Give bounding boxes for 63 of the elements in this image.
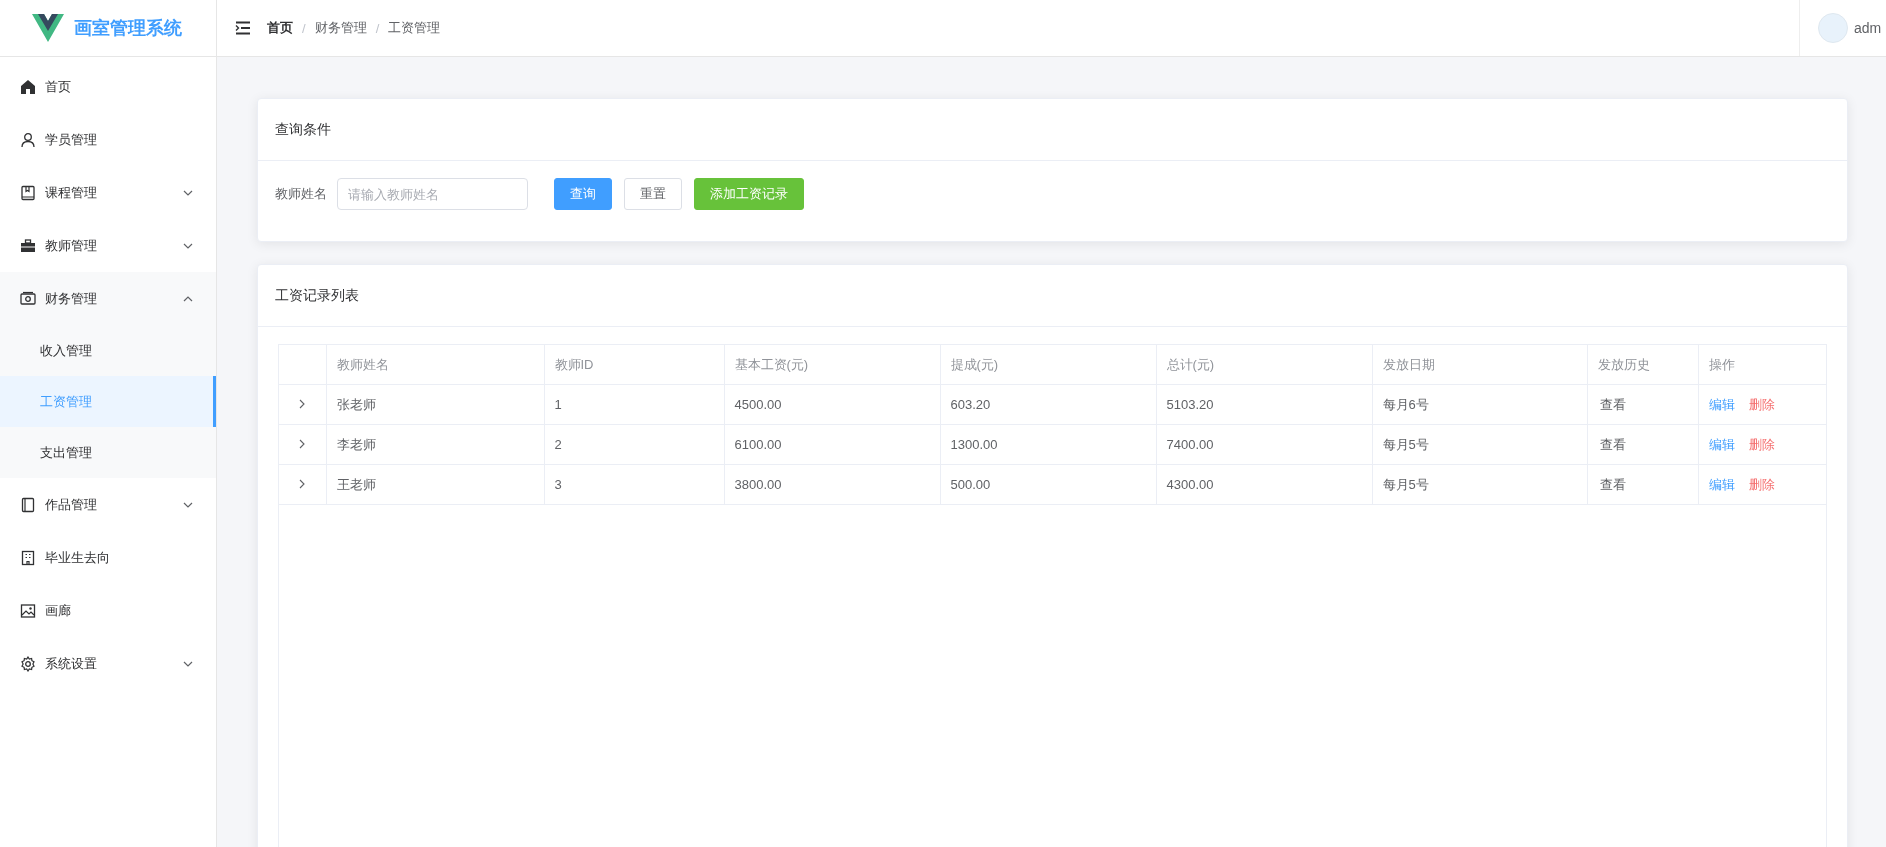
column-header: 教师ID (544, 345, 724, 385)
column-header: 发放历史 (1587, 345, 1698, 385)
sidebar-item[interactable]: 学员管理 (0, 113, 216, 166)
sidebar-item[interactable]: 系统设置 (0, 637, 216, 690)
table-cell: 4500.00 (724, 384, 940, 425)
column-header: 教师姓名 (326, 345, 544, 385)
table-cell: 6100.00 (724, 424, 940, 465)
view-history-link[interactable]: 查看 (1599, 475, 1626, 494)
field-label: 教师姓名 (275, 185, 327, 203)
breadcrumb-item[interactable]: 首页 (267, 19, 293, 37)
sidebar-item[interactable]: 首页 (0, 60, 216, 113)
app-title: 画室管理系统 (74, 17, 182, 40)
book-icon (20, 184, 36, 201)
table-cell: 4300.00 (1156, 464, 1372, 505)
menu-toggle-icon[interactable] (235, 21, 251, 35)
table-cell: 7400.00 (1156, 424, 1372, 465)
column-header: 提成(元) (940, 345, 1156, 385)
picture-icon (20, 602, 36, 619)
breadcrumb-item: 财务管理 (314, 19, 367, 37)
teacher-name-input[interactable]: 请输入教师姓名 (337, 178, 528, 210)
sidebar-item[interactable]: 财务管理 (0, 272, 216, 325)
breadcrumb-separator: / (375, 20, 380, 36)
table-cell: 张老师 (326, 384, 544, 425)
table-cell: 1300.00 (940, 424, 1156, 465)
user-icon (20, 131, 36, 148)
table-cell: 1 (544, 384, 724, 425)
home-icon (20, 78, 36, 95)
building-icon (20, 549, 36, 566)
sidebar-item[interactable]: 画廊 (0, 584, 216, 637)
table-cell: 每月5号 (1372, 464, 1587, 505)
user-name[interactable]: adm (1854, 20, 1882, 36)
sidebar-subitem[interactable]: 收入管理 (0, 325, 216, 376)
sidebar-item[interactable]: 作品管理 (0, 478, 216, 531)
view-history-link[interactable]: 查看 (1599, 395, 1626, 414)
table-cell: 李老师 (326, 424, 544, 465)
notebook-icon (20, 496, 36, 513)
table-cell: 王老师 (326, 464, 544, 505)
table-cell: 5103.20 (1156, 384, 1372, 425)
sidebar-item[interactable]: 教师管理 (0, 219, 216, 272)
table-cell: 500.00 (940, 464, 1156, 505)
table-cell: 3800.00 (724, 464, 940, 505)
column-header: 发放日期 (1372, 345, 1587, 385)
table-cell: 3 (544, 464, 724, 505)
reset-button[interactable]: 重置 (624, 178, 682, 210)
sidebar-item[interactable]: 课程管理 (0, 166, 216, 219)
breadcrumb-separator: / (302, 20, 306, 36)
card-title: 工资记录列表 (258, 265, 1847, 327)
column-header: 基本工资(元) (724, 345, 940, 385)
logo-icon (32, 14, 64, 42)
breadcrumb-item: 工资管理 (388, 19, 441, 37)
table-cell: 每月5号 (1372, 424, 1587, 465)
settings-icon (20, 655, 36, 672)
table-cell: 每月6号 (1372, 384, 1587, 425)
column-header: 操作 (1698, 345, 1826, 385)
briefcase-icon (20, 237, 36, 254)
sidebar-subitem[interactable]: 支出管理 (0, 427, 216, 478)
table-cell: 603.20 (940, 384, 1156, 425)
table-cell: 2 (544, 424, 724, 465)
money-icon (20, 290, 36, 307)
view-history-link[interactable]: 查看 (1599, 435, 1626, 454)
column-header: 总计(元) (1156, 345, 1372, 385)
card-title: 查询条件 (258, 99, 1847, 161)
sidebar-item[interactable]: 毕业生去向 (0, 531, 216, 584)
